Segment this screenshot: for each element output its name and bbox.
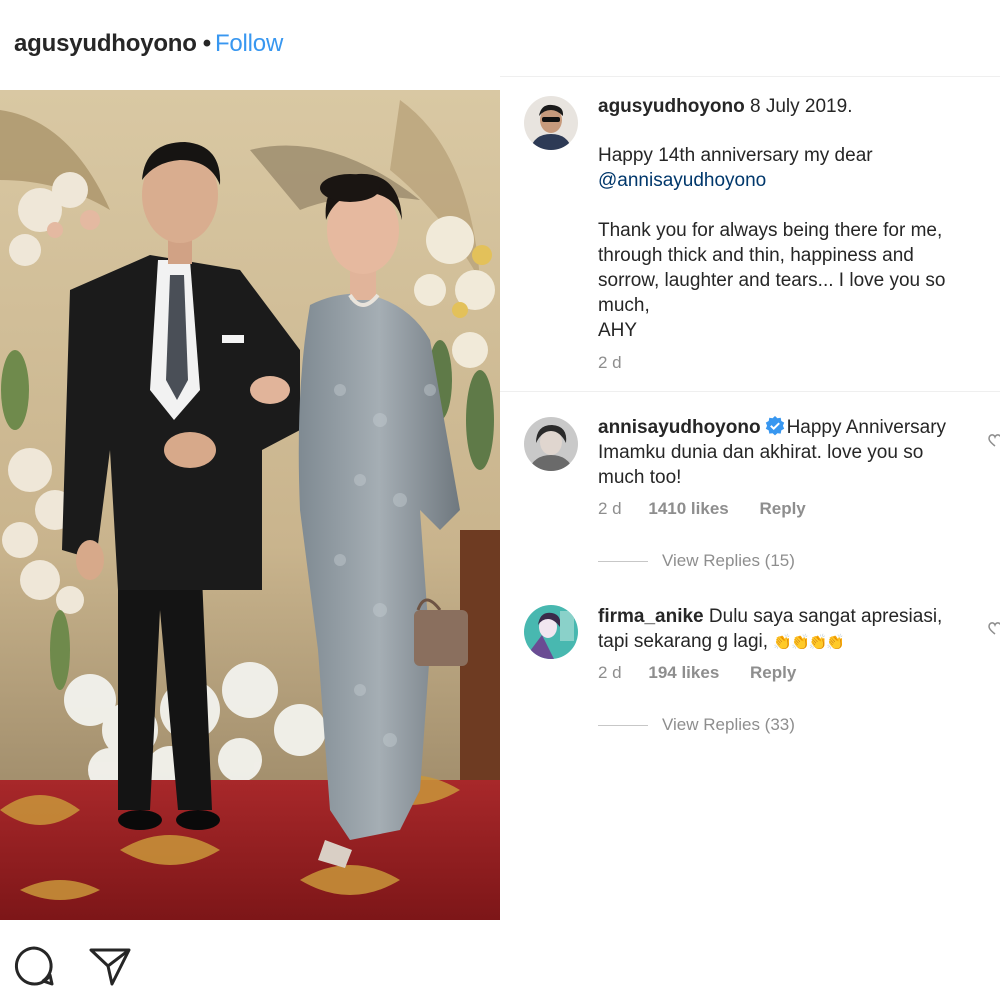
comment-1-reply-button[interactable]: Reply: [759, 499, 805, 518]
comment-2-text-end: tapi sekarang g lagi,: [598, 631, 769, 652]
comment-avatar-annisayudhoyono[interactable]: [524, 417, 578, 471]
comment-1-time: 2 d: [598, 499, 622, 518]
caption-line-2: Thank you for always being there for me,: [598, 220, 943, 241]
comment-2-meta: 2 d 194 likes Reply: [598, 663, 796, 683]
comment-2-reply-button[interactable]: Reply: [750, 663, 796, 682]
caption-date: 8 July 2019.: [750, 96, 853, 117]
comment-1-line-3: much too!: [598, 467, 682, 488]
author-avatar[interactable]: [524, 96, 578, 150]
comment-1-replies-line: [598, 561, 648, 562]
caption-line-4: sorrow, laughter and tears... I love you…: [598, 270, 946, 291]
post-username[interactable]: agusyudhoyono: [14, 30, 197, 57]
comment-1-text-start: Happy Anniversary: [786, 417, 947, 438]
comment-2-likes[interactable]: 194 likes: [648, 663, 719, 682]
post-actions-bar: [0, 920, 500, 1000]
comment-icon[interactable]: [12, 944, 56, 988]
share-icon[interactable]: [88, 944, 132, 988]
verified-badge-icon: [765, 416, 784, 436]
caption-line-3: through thick and thin, happiness and: [598, 245, 914, 266]
comment-1-meta: 2 d 1410 likes Reply: [598, 499, 806, 519]
comment-2-line-2: tapi sekarang g lagi, 👏👏👏👏: [598, 629, 845, 655]
comment-2-time: 2 d: [598, 663, 622, 682]
comment-1-like-icon[interactable]: [988, 432, 1000, 448]
comment-2-text-start: Dulu saya sangat apresiasi,: [708, 606, 943, 627]
comment-1-view-replies[interactable]: View Replies (15): [662, 551, 795, 571]
comment-1-line-2: Imamku dunia dan akhirat. love you so: [598, 442, 924, 463]
clapping-emoji: 👏👏👏👏: [773, 634, 845, 651]
comment-2-view-replies[interactable]: View Replies (33): [662, 715, 795, 735]
header-divider: [500, 76, 1000, 77]
caption-line-6: AHY: [598, 320, 638, 341]
post-header-row: agusyudhoyono • Follow: [14, 30, 283, 58]
caption-username[interactable]: agusyudhoyono: [598, 96, 745, 117]
header-separator: •: [202, 30, 211, 57]
caption-mention[interactable]: @annisayudhoyono: [598, 168, 766, 193]
post-header: agusyudhoyono • Follow: [0, 0, 500, 90]
comment-1-line-1: annisayudhoyono Happy Anniversary: [598, 415, 946, 440]
comment-2-replies-line: [598, 725, 648, 726]
post-photo[interactable]: [0, 90, 500, 920]
comment-avatar-firma_anike[interactable]: [524, 605, 578, 659]
comment-2-like-icon[interactable]: [988, 620, 1000, 636]
comment-1-likes[interactable]: 1410 likes: [648, 499, 728, 518]
caption-time: 2 d: [598, 353, 622, 372]
comment-2-username[interactable]: firma_anike: [598, 606, 704, 627]
comment-2-line-1: firma_anike Dulu saya sangat apresiasi,: [598, 604, 942, 629]
caption-header: agusyudhoyono 8 July 2019.: [598, 94, 852, 119]
couple-photo-illustration: [0, 90, 500, 920]
follow-button[interactable]: Follow: [215, 30, 283, 57]
caption-divider: [500, 391, 1000, 392]
caption-line-1: Happy 14th anniversary my dear: [598, 145, 873, 166]
caption-line-5: much,: [598, 295, 650, 316]
comment-1-username[interactable]: annisayudhoyono: [598, 417, 761, 438]
